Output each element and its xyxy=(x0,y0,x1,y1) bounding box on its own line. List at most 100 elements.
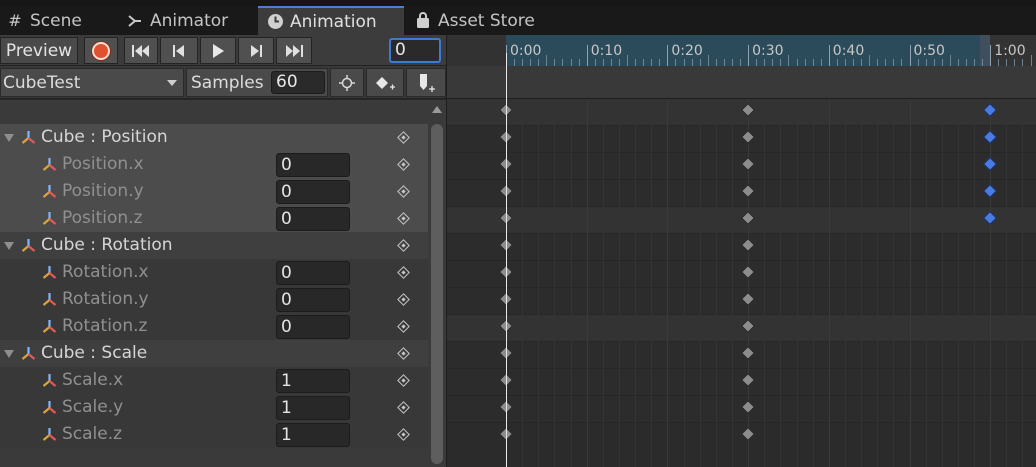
add-keyframe-button[interactable] xyxy=(366,68,404,97)
property-row-scale-x[interactable]: Scale.x 1 xyxy=(0,367,428,394)
keyframe-track-row[interactable] xyxy=(447,396,1036,423)
ruler-minor-tick xyxy=(715,59,717,66)
property-value-field[interactable]: 0 xyxy=(276,315,350,339)
ruler-minor-tick xyxy=(836,59,838,66)
ruler-minor-tick xyxy=(756,59,758,66)
keyframe-toggle-icon[interactable] xyxy=(397,374,410,387)
property-group-rotation[interactable]: Cube : Rotation xyxy=(0,232,428,259)
property-group-label: Cube : Scale xyxy=(41,343,148,363)
keyframe-track-row[interactable] xyxy=(447,369,1036,396)
ruler-minor-tick xyxy=(974,59,976,66)
keyframe-toggle-icon[interactable] xyxy=(397,428,410,441)
grid-line xyxy=(570,99,572,467)
keyframe-toggle-icon[interactable] xyxy=(397,347,410,360)
property-row-position-y[interactable]: Position.y 0 xyxy=(0,178,428,205)
property-label: Rotation.y xyxy=(62,289,149,309)
tab-animation-label: Animation xyxy=(290,11,377,32)
previous-keyframe-button[interactable] xyxy=(160,37,198,64)
ruler-minor-tick xyxy=(699,59,701,66)
dopesheet[interactable]: 0:00 0:10 0:20 0:30 0:40 0:50 1:00 xyxy=(446,35,1036,467)
keyframe-track-row[interactable] xyxy=(447,288,1036,315)
keyframe-toggle-icon[interactable] xyxy=(397,293,410,306)
ruler-minor-tick xyxy=(675,59,677,66)
keyframe-track-row[interactable] xyxy=(447,180,1036,207)
keyframe-track-row[interactable] xyxy=(447,126,1036,153)
property-value-field[interactable]: 0 xyxy=(276,207,350,231)
current-frame-input[interactable]: 0 xyxy=(389,38,441,63)
ruler-major-tick xyxy=(828,45,830,66)
property-list-scrollbar[interactable] xyxy=(428,100,446,467)
property-value-field[interactable]: 0 xyxy=(276,153,350,177)
transform-icon xyxy=(42,374,57,387)
keyframe-track-row[interactable] xyxy=(447,234,1036,261)
record-button[interactable] xyxy=(84,37,118,64)
keyframe-toggle-icon[interactable] xyxy=(397,266,410,279)
ruler-minor-tick xyxy=(998,59,1000,66)
property-row-scale-y[interactable]: Scale.y 1 xyxy=(0,394,428,421)
property-value-field[interactable]: 1 xyxy=(276,369,350,393)
tab-asset-store[interactable]: Asset Store xyxy=(414,6,564,35)
ruler-minor-tick xyxy=(1030,55,1032,66)
scrollbar-thumb[interactable] xyxy=(431,124,443,464)
property-value-field[interactable]: 0 xyxy=(276,180,350,204)
property-label: Position.y xyxy=(62,181,144,201)
first-keyframe-button[interactable] xyxy=(124,37,158,64)
time-ruler[interactable]: 0:00 0:10 0:20 0:30 0:40 0:50 1:00 xyxy=(447,35,1036,66)
property-row-rotation-y[interactable]: Rotation.y 0 xyxy=(0,286,428,313)
grid-line xyxy=(731,99,733,467)
preview-button[interactable]: Preview xyxy=(0,37,78,64)
keyframe-toggle-icon[interactable] xyxy=(397,185,410,198)
keyframe-track-row[interactable] xyxy=(447,315,1036,342)
property-value-field[interactable]: 1 xyxy=(276,423,350,447)
keyframe-toggle-icon[interactable] xyxy=(397,401,410,414)
keyframe-track-row[interactable] xyxy=(447,261,1036,288)
keyframe-toggle-icon[interactable] xyxy=(397,320,410,333)
tab-animator[interactable]: Animator xyxy=(126,6,256,35)
keyframe-toggle-icon[interactable] xyxy=(397,239,410,252)
property-row-rotation-x[interactable]: Rotation.x 0 xyxy=(0,259,428,286)
property-group-scale[interactable]: Cube : Scale xyxy=(0,340,428,367)
grid-line xyxy=(699,99,701,467)
property-value-field[interactable]: 0 xyxy=(276,288,350,312)
keyframe-track-row[interactable] xyxy=(447,207,1036,234)
clip-selector[interactable]: CubeTest xyxy=(0,68,184,97)
keyframe-toggle-icon[interactable] xyxy=(397,158,410,171)
keyframe-track-row[interactable] xyxy=(447,153,1036,180)
foldout-arrow-icon[interactable] xyxy=(4,134,14,142)
property-row-scale-z[interactable]: Scale.z 1 xyxy=(0,421,428,448)
scroll-up-arrow-icon[interactable] xyxy=(432,106,442,113)
keyframe-tracks[interactable] xyxy=(447,99,1036,467)
play-button[interactable] xyxy=(200,37,236,64)
next-keyframe-button[interactable] xyxy=(238,37,274,64)
property-value-field[interactable]: 1 xyxy=(276,396,350,420)
property-row-position-x[interactable]: Position.x 0 xyxy=(0,151,428,178)
ruler-minor-tick xyxy=(925,59,927,66)
filter-by-selection-button[interactable] xyxy=(330,68,364,97)
tab-scene[interactable]: # Scene xyxy=(6,6,116,35)
grid-line xyxy=(861,99,863,467)
keyframe-toggle-icon[interactable] xyxy=(397,212,410,225)
foldout-arrow-icon[interactable] xyxy=(4,350,14,358)
playhead[interactable] xyxy=(506,53,507,467)
samples-input[interactable]: 60 xyxy=(271,71,325,94)
add-event-button[interactable] xyxy=(406,68,446,97)
grid-line xyxy=(812,99,814,467)
keyframe-toggle-icon[interactable] xyxy=(397,131,410,144)
property-row-rotation-z[interactable]: Rotation.z 0 xyxy=(0,313,428,340)
ruler-minor-tick xyxy=(957,59,959,66)
ruler-minor-tick xyxy=(788,55,790,66)
ruler-tick-label: 0:50 xyxy=(913,43,945,59)
last-keyframe-button[interactable] xyxy=(276,37,312,64)
property-label: Position.x xyxy=(62,154,144,174)
tab-asset-store-label: Asset Store xyxy=(438,10,535,31)
grid-line xyxy=(715,99,717,467)
property-row-position-z[interactable]: Position.z 0 xyxy=(0,205,428,232)
keyframe-track-row[interactable] xyxy=(447,99,1036,126)
ruler-minor-tick xyxy=(796,59,798,66)
keyframe-track-row[interactable] xyxy=(447,342,1036,369)
foldout-arrow-icon[interactable] xyxy=(4,242,14,250)
property-group-position[interactable]: Cube : Position xyxy=(0,124,428,151)
tab-animation[interactable]: Animation xyxy=(258,6,404,35)
property-label: Position.z xyxy=(62,208,143,228)
property-value-field[interactable]: 0 xyxy=(276,261,350,285)
